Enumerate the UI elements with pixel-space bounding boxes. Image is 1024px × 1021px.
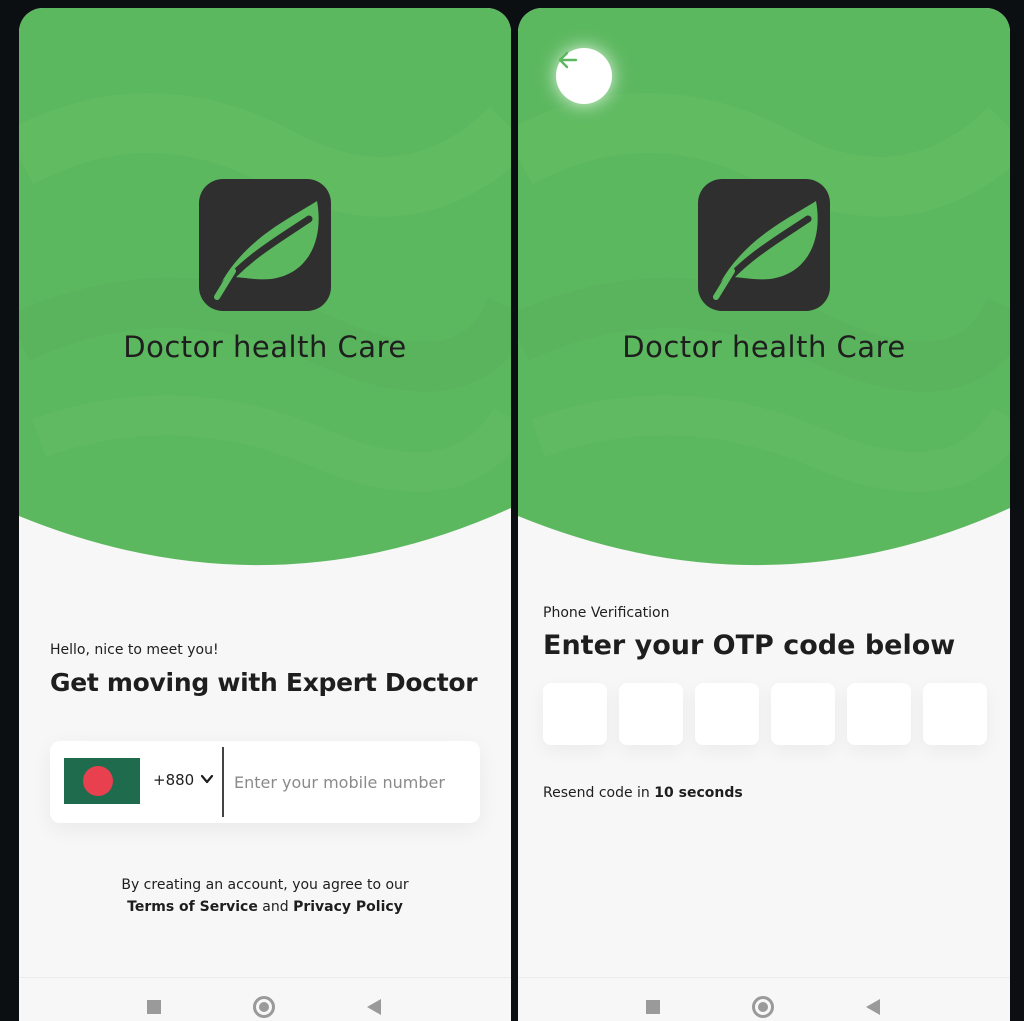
otp-screen: Doctor health Care Phone Verification En… xyxy=(518,8,1010,1021)
privacy-policy-link[interactable]: Privacy Policy xyxy=(293,899,403,915)
flag-circle xyxy=(83,766,113,796)
phone-number-field: +880 xyxy=(50,741,480,823)
leaf-icon xyxy=(713,201,818,300)
otp-digit-6[interactable] xyxy=(923,683,987,745)
otp-digit-5[interactable] xyxy=(847,683,911,745)
system-nav-bar xyxy=(518,977,1010,1021)
hero-banner: Doctor health Care xyxy=(19,8,511,578)
square-icon[interactable] xyxy=(147,1000,161,1014)
otp-digit-4[interactable] xyxy=(771,683,835,745)
otp-digit-2[interactable] xyxy=(619,683,683,745)
square-icon[interactable] xyxy=(646,1000,660,1014)
triangle-back-icon[interactable] xyxy=(866,999,880,1015)
resend-prefix: Resend code in xyxy=(543,785,650,801)
app-logo xyxy=(698,179,830,311)
terms-prefix: By creating an account, you agree to our xyxy=(121,877,409,893)
country-code[interactable]: +880 xyxy=(153,771,194,789)
triangle-back-icon[interactable] xyxy=(367,999,381,1015)
app-logo xyxy=(199,179,331,311)
chevron-down-icon[interactable] xyxy=(199,771,215,787)
otp-digit-1[interactable] xyxy=(543,683,607,745)
bangladesh-flag-icon[interactable] xyxy=(64,758,140,804)
hero-banner: Doctor health Care xyxy=(518,8,1010,578)
circle-icon[interactable] xyxy=(752,996,774,1018)
system-nav-bar xyxy=(19,977,511,1021)
page-title: Enter your OTP code below xyxy=(543,630,956,661)
otp-digit-3[interactable] xyxy=(695,683,759,745)
resend-code-text: Resend code in 10 seconds xyxy=(543,785,743,801)
brand-name: Doctor health Care xyxy=(123,330,407,364)
login-screen: Doctor health Care Hello, nice to meet y… xyxy=(19,8,511,1021)
back-button[interactable] xyxy=(556,48,612,104)
otp-input-row xyxy=(543,683,987,745)
terms-notice: By creating an account, you agree to our… xyxy=(19,874,511,918)
phone-verification-label: Phone Verification xyxy=(543,605,670,621)
field-divider xyxy=(222,747,224,817)
greeting-text: Hello, nice to meet you! xyxy=(50,642,219,658)
page-title: Get moving with Expert Doctor xyxy=(50,668,478,697)
resend-timer: 10 seconds xyxy=(654,785,743,801)
terms-links-line: Terms of Service and Privacy Policy xyxy=(19,896,511,918)
mobile-number-input[interactable] xyxy=(234,763,474,801)
arrow-left-icon xyxy=(558,51,578,69)
leaf-icon xyxy=(214,201,319,300)
brand-name: Doctor health Care xyxy=(622,330,906,364)
terms-of-service-link[interactable]: Terms of Service xyxy=(127,899,258,915)
circle-icon[interactable] xyxy=(253,996,275,1018)
terms-and: and xyxy=(262,899,289,915)
